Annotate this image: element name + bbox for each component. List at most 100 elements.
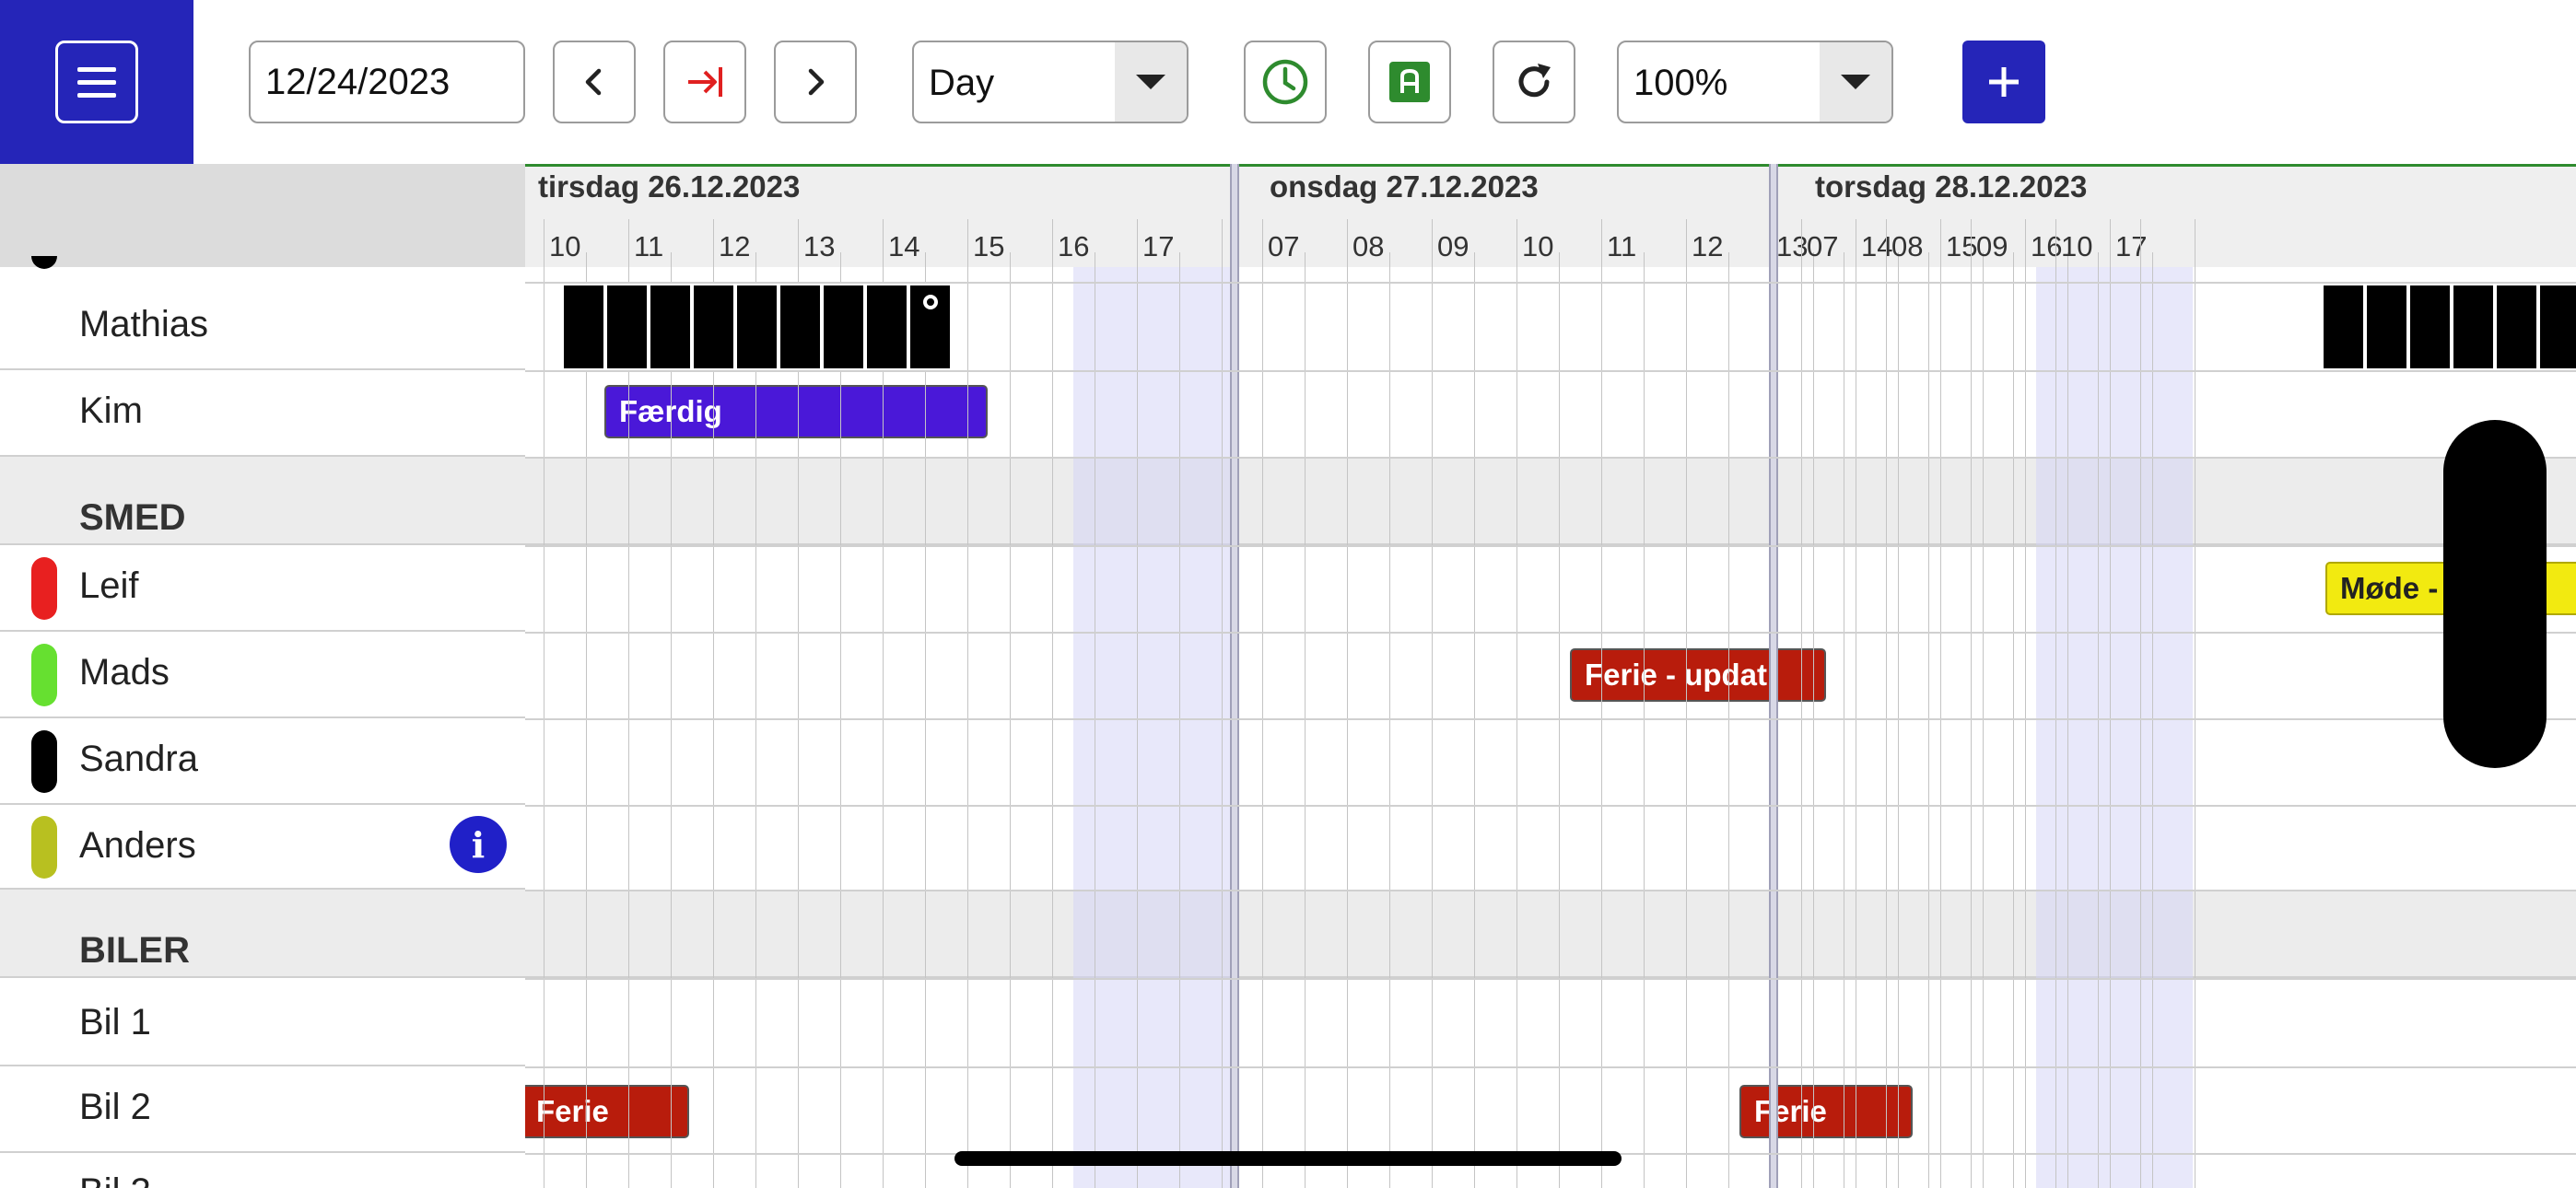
grid-line [2025, 219, 2026, 1188]
hour-label: 10 [2061, 230, 2093, 262]
row-line [525, 805, 2576, 807]
refresh-icon [1518, 64, 1551, 98]
booking-block[interactable] [2538, 284, 2576, 370]
info-button[interactable]: i [450, 816, 507, 873]
row-line [525, 890, 2576, 891]
day-label: tirsdag 26.12.2023 [538, 169, 801, 204]
booking-block[interactable] [562, 284, 605, 370]
hour-label: 07 [1268, 230, 1300, 262]
grid-line [1347, 219, 1348, 1188]
event-bil2-vacation[interactable]: Ferie [525, 1085, 689, 1138]
resource-row-bil-3[interactable]: Bil 3 [0, 1153, 525, 1188]
grid-line [925, 252, 926, 1188]
booking-block[interactable] [2495, 284, 2538, 370]
booking-block[interactable] [2408, 284, 2452, 370]
grid-line [1686, 219, 1687, 1188]
booking-block[interactable] [908, 284, 952, 370]
booking-block[interactable] [779, 284, 822, 370]
grid-line [1137, 219, 1138, 1188]
hour-label: 15 [1946, 230, 1978, 262]
resource-color-bar [31, 382, 57, 445]
booking-block[interactable] [2452, 284, 2495, 370]
event-kim-done[interactable]: Færdig [604, 385, 988, 438]
resource-name: Mathias [79, 304, 209, 344]
menu-icon-line [77, 92, 116, 98]
hour-label: 10 [549, 230, 581, 262]
hour-label: 08 [1891, 230, 1924, 262]
grid-line [2067, 252, 2068, 1188]
resource-row-sandra[interactable]: Sandra [0, 718, 525, 805]
hour-label: 16 [2031, 230, 2063, 262]
menu-icon-line [77, 66, 116, 72]
hour-label: 11 [634, 230, 664, 262]
zoom-select[interactable]: 100% [1617, 41, 1893, 123]
resource-row-leif[interactable]: Leif [0, 545, 525, 632]
grid-line [1262, 219, 1263, 1188]
booking-block[interactable] [865, 284, 908, 370]
grid-line [1983, 252, 1984, 1188]
add-button[interactable] [1962, 41, 2045, 123]
grid-line [1813, 252, 1814, 1188]
menu-button[interactable] [55, 41, 138, 123]
resource-row-anders[interactable]: Anders [0, 805, 525, 890]
grid-line [1601, 219, 1602, 1188]
resource-row-bil-1[interactable]: Bil 1 [0, 978, 525, 1066]
resource-row-kim[interactable]: Kim [0, 370, 525, 457]
clock-button[interactable] [1244, 41, 1327, 123]
event-mads-vacation[interactable]: Ferie - updat [1570, 648, 1826, 702]
day-label: onsdag 27.12.2023 [1270, 169, 1539, 204]
grid-line [2152, 252, 2153, 1188]
booking-block[interactable] [2322, 284, 2365, 370]
resource-color-bar [31, 816, 57, 879]
hour-label: 12 [719, 230, 751, 262]
scroll-handle[interactable] [2443, 420, 2547, 768]
grid-line [1179, 252, 1180, 1188]
date-input[interactable] [249, 41, 525, 123]
row-line [525, 545, 2576, 547]
menu-panel [0, 0, 193, 164]
row-line [525, 370, 2576, 372]
resource-name: Bil 2 [79, 1087, 151, 1127]
resource-name: Sandra [79, 739, 198, 779]
hour-label: 13 [803, 230, 836, 262]
row-line [525, 718, 2576, 720]
hour-label: 08 [1352, 230, 1385, 262]
booking-block[interactable] [605, 284, 649, 370]
next-button[interactable] [774, 41, 857, 123]
booking-block[interactable] [822, 284, 865, 370]
hour-label: 11 [1607, 230, 1637, 262]
booking-block[interactable] [692, 284, 735, 370]
resource-row-bil-2[interactable]: Bil 2 [0, 1066, 525, 1153]
resource-name: Bil 3 [79, 1171, 151, 1188]
booking-block[interactable] [649, 284, 692, 370]
off-hours-shade [1073, 267, 1230, 1188]
menu-icon-line [77, 79, 116, 85]
jump-to-today-button[interactable] [663, 41, 746, 123]
hour-label: 17 [2115, 230, 2148, 262]
grid-line [755, 252, 756, 1188]
event-label: Ferie [1754, 1094, 1827, 1128]
hour-label: 14 [1861, 230, 1893, 262]
day-label: torsdag 28.12.2023 [1815, 169, 2088, 204]
booking-block[interactable] [2365, 284, 2408, 370]
grid-line [1222, 219, 1223, 1188]
resource-row-mads[interactable]: Mads [0, 632, 525, 718]
row-line [525, 632, 2576, 634]
previous-button[interactable] [553, 41, 636, 123]
info-icon: i [471, 823, 486, 866]
resource-name: Bil 1 [79, 1002, 151, 1042]
chevron-right-icon [808, 68, 825, 96]
view-select-value: Day [929, 63, 995, 103]
grid-line [1052, 219, 1053, 1188]
home-indicator[interactable] [954, 1151, 1622, 1166]
auto-button[interactable] [1368, 41, 1451, 123]
chevron-left-icon [585, 68, 602, 96]
view-select[interactable]: Day [912, 41, 1188, 123]
resource-row-mathias[interactable]: Mathias [0, 282, 525, 370]
hour-label: 16 [1058, 230, 1090, 262]
resource-color-bar [31, 295, 57, 357]
grid-line [2098, 252, 2099, 1188]
refresh-button[interactable] [1493, 41, 1575, 123]
booking-block[interactable] [735, 284, 779, 370]
timeline-grid[interactable]: Færdig Ferie - updat Møde - Ferie Ferie … [525, 164, 2576, 1188]
